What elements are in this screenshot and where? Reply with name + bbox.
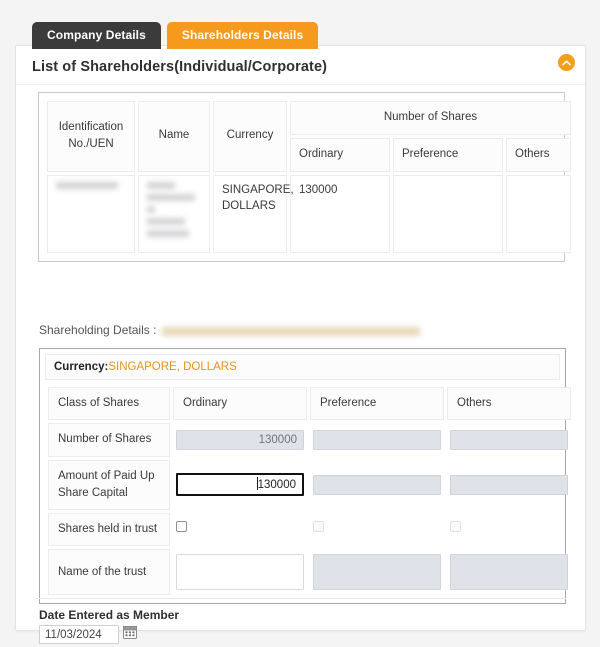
name-of-trust-preference-input[interactable] xyxy=(313,554,441,590)
cell-name-trust-ordinary xyxy=(173,549,307,595)
col-ordinary: Ordinary xyxy=(173,387,307,420)
redacted-shareholder-name xyxy=(162,327,420,336)
page-title: List of Shareholders(Individual/Corporat… xyxy=(32,59,327,75)
number-of-shares-preference-input[interactable] xyxy=(313,430,441,450)
th-identification: Identification No./UEN xyxy=(47,101,135,172)
redacted-name-1 xyxy=(147,182,175,189)
label-paid-up-capital: Amount of Paid Up Share Capital xyxy=(48,460,170,511)
table-row: SINGAPORE, DOLLARS 130000 xyxy=(47,175,571,253)
redacted-identification xyxy=(56,182,118,189)
chevron-up-icon[interactable] xyxy=(558,54,575,71)
redacted-name-5 xyxy=(147,230,189,237)
cell-num-shares-ordinary xyxy=(173,423,307,456)
currency-row: Currency:SINGAPORE, DOLLARS xyxy=(45,354,560,380)
cell-paid-up-others xyxy=(447,460,571,511)
footer-divider xyxy=(36,598,566,599)
shareholding-details-label: Shareholding Details : xyxy=(39,323,420,337)
cell-num-shares-others xyxy=(447,423,571,456)
th-others: Others xyxy=(506,138,571,172)
shares-held-in-trust-ordinary-checkbox[interactable] xyxy=(176,521,187,532)
label-shares-held-in-trust: Shares held in trust xyxy=(48,513,170,546)
cell-name-trust-preference xyxy=(310,549,444,595)
shareholding-details-container: Currency:SINGAPORE, DOLLARS Class of Sha… xyxy=(39,348,566,604)
th-preference: Preference xyxy=(393,138,503,172)
page-root: Company Details Shareholders Details Lis… xyxy=(0,0,600,647)
tab-shareholders-details[interactable]: Shareholders Details xyxy=(167,22,318,49)
paid-up-others-input[interactable] xyxy=(450,475,568,495)
cell-num-shares-preference xyxy=(310,423,444,456)
calendar-icon[interactable] xyxy=(123,625,137,639)
label-class-of-shares: Class of Shares xyxy=(48,387,170,420)
col-preference: Preference xyxy=(310,387,444,420)
shareholders-table: Identification No./UEN Name Currency Num… xyxy=(44,98,574,256)
cell-name-trust-others xyxy=(447,549,571,595)
row-name-of-trust: Name of the trust xyxy=(48,549,571,595)
th-ordinary: Ordinary xyxy=(290,138,390,172)
shareholders-table-container: Identification No./UEN Name Currency Num… xyxy=(38,92,565,262)
shares-held-in-trust-preference-checkbox[interactable] xyxy=(313,521,324,532)
text-caret xyxy=(257,477,258,490)
cell-others xyxy=(506,175,571,253)
paid-up-preference-input[interactable] xyxy=(313,475,441,495)
cell-paid-up-preference xyxy=(310,460,444,511)
shareholding-details-table: Class of Shares Ordinary Preference Othe… xyxy=(45,384,574,598)
row-shares-held-in-trust: Shares held in trust xyxy=(48,513,571,546)
cell-ordinary: 130000 xyxy=(290,175,390,253)
label-name-of-trust: Name of the trust xyxy=(48,549,170,595)
tab-bar: Company Details Shareholders Details xyxy=(32,22,318,49)
cell-paid-up-ordinary xyxy=(173,460,307,511)
row-number-of-shares: Number of Shares xyxy=(48,423,571,456)
tab-company-details[interactable]: Company Details xyxy=(32,22,161,49)
name-of-trust-others-input[interactable] xyxy=(450,554,568,590)
cell-trust-others xyxy=(447,513,571,546)
redacted-name-2 xyxy=(147,194,195,201)
paid-up-ordinary-input[interactable] xyxy=(176,473,304,496)
date-entered-label: Date Entered as Member xyxy=(39,608,179,622)
th-number-of-shares: Number of Shares xyxy=(290,101,571,135)
cell-name xyxy=(138,175,210,253)
th-name: Name xyxy=(138,101,210,172)
number-of-shares-others-input[interactable] xyxy=(450,430,568,450)
shares-held-in-trust-others-checkbox[interactable] xyxy=(450,521,461,532)
redacted-name-3 xyxy=(147,206,155,213)
shareholders-card: List of Shareholders(Individual/Corporat… xyxy=(15,45,586,631)
row-paid-up-capital: Amount of Paid Up Share Capital xyxy=(48,460,571,511)
number-of-shares-ordinary-input[interactable] xyxy=(176,430,304,450)
title-divider xyxy=(16,84,585,85)
cell-preference xyxy=(393,175,503,253)
th-currency: Currency xyxy=(213,101,287,172)
currency-value: SINGAPORE, DOLLARS xyxy=(108,361,236,373)
currency-label: Currency: xyxy=(54,361,108,373)
cell-trust-preference xyxy=(310,513,444,546)
date-entered-input[interactable] xyxy=(39,625,119,644)
label-number-of-shares: Number of Shares xyxy=(48,423,170,456)
table-header-row-1: Identification No./UEN Name Currency Num… xyxy=(47,101,571,135)
row-class-of-shares: Class of Shares Ordinary Preference Othe… xyxy=(48,387,571,420)
cell-trust-ordinary xyxy=(173,513,307,546)
name-of-trust-ordinary-input[interactable] xyxy=(176,554,304,590)
redacted-name-4 xyxy=(147,218,185,225)
cell-currency: SINGAPORE, DOLLARS xyxy=(213,175,287,253)
chevron-up-glyph xyxy=(562,60,571,66)
cell-identification xyxy=(47,175,135,253)
col-others: Others xyxy=(447,387,571,420)
